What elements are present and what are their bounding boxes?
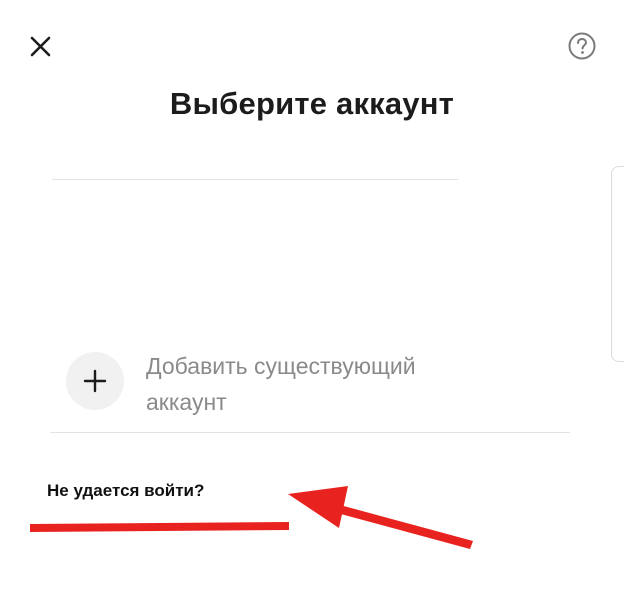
add-account-avatar: [66, 352, 124, 410]
annotation-underline: [30, 522, 289, 532]
add-existing-account-label: Добавить существующий аккаунт: [146, 353, 416, 415]
close-button[interactable]: [26, 32, 56, 62]
add-existing-account-button[interactable]: Добавить существующий аккаунт: [66, 348, 496, 418]
page-title: Выберите аккаунт: [169, 86, 455, 121]
close-icon: [30, 36, 51, 57]
annotation-arrow-head: [288, 486, 348, 528]
cant-login-link[interactable]: Не удается войти?: [47, 481, 204, 501]
side-panel-edge: [611, 166, 624, 362]
help-button[interactable]: [566, 30, 598, 62]
divider: [50, 432, 570, 433]
divider: [52, 179, 458, 180]
plus-icon: [83, 369, 107, 393]
help-icon: [568, 32, 596, 60]
annotation-arrow-shaft: [337, 505, 473, 549]
choose-account-screen: Выберите аккаунт Добавить существующий а…: [0, 0, 624, 613]
